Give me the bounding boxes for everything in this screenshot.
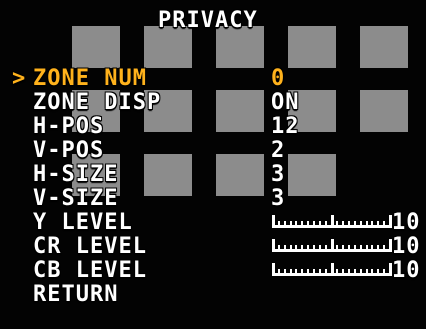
- slider-tick: [366, 269, 368, 276]
- slider-tick: [307, 269, 309, 276]
- slider-tick: [342, 245, 344, 252]
- h-size-value[interactable]: 3: [271, 164, 285, 186]
- menu-item-v-size[interactable]: V-SIZE: [33, 188, 118, 210]
- slider-tick: [307, 221, 309, 228]
- slider-tick: [319, 269, 321, 276]
- slider-tick: [354, 245, 356, 252]
- slider-tick: [290, 245, 292, 252]
- slider-tick: [377, 245, 379, 252]
- slider-major-tick: [272, 239, 275, 252]
- h-pos-value[interactable]: 12: [271, 116, 300, 138]
- slider-tick: [366, 221, 368, 228]
- privacy-mask-zone: [288, 154, 336, 196]
- slider-tick: [336, 221, 338, 228]
- slider-tick: [325, 245, 327, 252]
- slider-tick: [366, 245, 368, 252]
- slider-tick: [377, 269, 379, 276]
- menu-item-y-level[interactable]: Y LEVEL: [33, 212, 133, 234]
- slider-tick: [354, 269, 356, 276]
- slider-tick: [360, 269, 362, 276]
- slider-tick: [354, 221, 356, 228]
- slider-tick: [307, 245, 309, 252]
- slider-tick: [336, 269, 338, 276]
- slider-tick: [295, 221, 297, 228]
- slider-tick: [342, 221, 344, 228]
- y-level-slider[interactable]: [272, 214, 392, 230]
- slider-tick: [371, 269, 373, 276]
- slider-tick: [319, 245, 321, 252]
- slider-tick: [360, 221, 362, 228]
- slider-tick: [313, 221, 315, 228]
- slider-major-tick: [272, 263, 275, 276]
- slider-tick: [348, 221, 350, 228]
- slider-tick: [301, 269, 303, 276]
- slider-major-tick: [272, 215, 275, 228]
- slider-tick: [295, 245, 297, 252]
- slider-tick: [278, 221, 280, 228]
- menu-item-cb-level[interactable]: CB LEVEL: [33, 260, 147, 282]
- slider-tick: [295, 269, 297, 276]
- menu-item-return[interactable]: RETURN: [33, 284, 118, 306]
- menu-item-h-pos[interactable]: H-POS: [33, 116, 104, 138]
- slider-tick: [301, 245, 303, 252]
- privacy-mask-zone: [72, 26, 120, 68]
- slider-tick: [383, 245, 385, 252]
- slider-tick: [325, 221, 327, 228]
- privacy-mask-zone: [360, 26, 408, 68]
- slider-tick: [342, 269, 344, 276]
- v-pos-value[interactable]: 2: [271, 140, 285, 162]
- slider-tick: [383, 269, 385, 276]
- slider-tick: [284, 269, 286, 276]
- slider-tick: [348, 245, 350, 252]
- cb-level-value: 10: [392, 258, 421, 283]
- menu-item-v-pos[interactable]: V-POS: [33, 140, 104, 162]
- slider-track: [272, 215, 392, 230]
- slider-major-tick: [331, 263, 334, 276]
- menu-item-h-size[interactable]: H-SIZE: [33, 164, 118, 186]
- slider-tick: [371, 245, 373, 252]
- zone-num-value[interactable]: 0: [271, 68, 285, 90]
- slider-track: [272, 263, 392, 278]
- slider-tick: [313, 245, 315, 252]
- slider-tick: [360, 245, 362, 252]
- privacy-mask-zone: [216, 90, 264, 132]
- slider-tick: [371, 221, 373, 228]
- slider-tick: [377, 221, 379, 228]
- y-level-value: 10: [392, 210, 421, 235]
- slider-tick: [313, 269, 315, 276]
- slider-tick: [278, 269, 280, 276]
- cb-level-slider[interactable]: [272, 262, 392, 278]
- slider-tick: [383, 221, 385, 228]
- zone-disp-value[interactable]: ON: [271, 92, 300, 114]
- privacy-mask-zone: [360, 90, 408, 132]
- slider-track: [272, 239, 392, 254]
- privacy-mask-zone: [216, 154, 264, 196]
- slider-tick: [348, 269, 350, 276]
- cr-level-slider[interactable]: [272, 238, 392, 254]
- slider-tick: [284, 245, 286, 252]
- slider-tick: [290, 221, 292, 228]
- slider-major-tick: [331, 239, 334, 252]
- slider-tick: [301, 221, 303, 228]
- privacy-mask-zone: [144, 154, 192, 196]
- slider-major-tick: [331, 215, 334, 228]
- privacy-mask-zone: [288, 26, 336, 68]
- selection-cursor: >: [12, 66, 27, 91]
- menu-item-zone-num[interactable]: ZONE NUM: [33, 68, 147, 90]
- osd-screen: PRIVACY > ZONE NUM 0 ZONE DISP ON H-POS …: [0, 0, 426, 329]
- menu-title: PRIVACY: [158, 8, 258, 33]
- cr-level-value: 10: [392, 234, 421, 259]
- slider-tick: [278, 245, 280, 252]
- menu-item-zone-disp[interactable]: ZONE DISP: [33, 92, 161, 114]
- slider-tick: [290, 269, 292, 276]
- slider-tick: [284, 221, 286, 228]
- slider-tick: [325, 269, 327, 276]
- v-size-value[interactable]: 3: [271, 188, 285, 210]
- slider-tick: [319, 221, 321, 228]
- slider-tick: [336, 245, 338, 252]
- menu-item-cr-level[interactable]: CR LEVEL: [33, 236, 147, 258]
